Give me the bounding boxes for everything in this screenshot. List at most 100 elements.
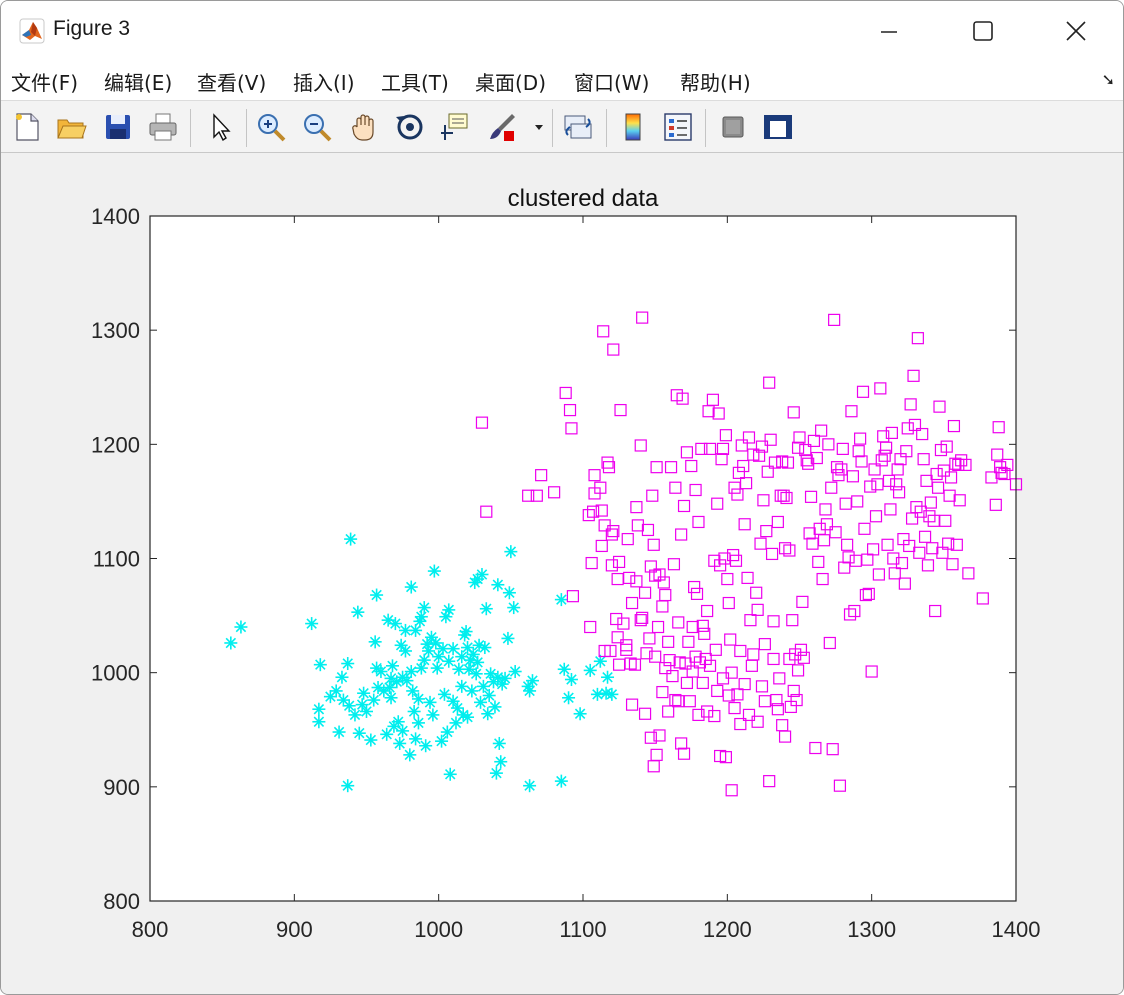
show-plot-tools-button[interactable] bbox=[760, 109, 796, 145]
scatter-point-asterisk bbox=[385, 659, 399, 673]
scatter-point-asterisk bbox=[525, 674, 539, 688]
x-tick-label: 1200 bbox=[703, 917, 752, 942]
new-figure-button[interactable] bbox=[9, 109, 45, 145]
menu-window[interactable]: 窗口(W) bbox=[574, 67, 649, 96]
insert-colorbar-button[interactable] bbox=[615, 109, 651, 145]
scatter-point-asterisk bbox=[398, 644, 412, 658]
menu-file[interactable]: 文件(F) bbox=[11, 67, 78, 96]
maximize-button[interactable] bbox=[953, 7, 1013, 55]
edit-plot-button[interactable] bbox=[201, 109, 237, 145]
toolbar-separator bbox=[190, 109, 191, 147]
toolbar-separator bbox=[705, 109, 706, 147]
maximize-icon bbox=[973, 21, 993, 41]
scatter-point-asterisk bbox=[370, 588, 384, 602]
scatter-point-asterisk bbox=[224, 636, 238, 650]
data-cursor-button[interactable] bbox=[437, 109, 473, 145]
x-tick-label: 800 bbox=[132, 917, 169, 942]
y-tick-label: 1200 bbox=[91, 432, 140, 457]
scatter-point-asterisk bbox=[557, 662, 571, 676]
scatter-point-asterisk bbox=[388, 617, 402, 631]
dock-arrow-icon[interactable]: ➘ bbox=[1102, 70, 1115, 89]
scatter-point-asterisk bbox=[435, 734, 449, 748]
close-icon bbox=[1066, 21, 1086, 41]
scatter-point-asterisk bbox=[417, 601, 431, 615]
scatter-point-asterisk bbox=[504, 545, 518, 559]
scatter-point-asterisk bbox=[313, 658, 327, 672]
scatter-point-asterisk bbox=[471, 655, 485, 669]
scatter-point-asterisk bbox=[335, 670, 349, 684]
link-plot-button[interactable] bbox=[560, 109, 596, 145]
colorbar-icon bbox=[625, 113, 641, 141]
scatter-point-asterisk bbox=[406, 684, 420, 698]
save-button[interactable] bbox=[100, 109, 136, 145]
scatter-point-asterisk bbox=[383, 681, 397, 695]
menu-tools[interactable]: 工具(T) bbox=[381, 67, 449, 96]
scatter-point-asterisk bbox=[465, 684, 479, 698]
minimize-button[interactable] bbox=[859, 7, 919, 55]
scatter-point-asterisk bbox=[342, 699, 356, 713]
scatter-point-asterisk bbox=[507, 601, 521, 615]
scatter-point-asterisk bbox=[360, 704, 373, 718]
brush-button[interactable] bbox=[484, 109, 520, 145]
zoom-in-icon bbox=[258, 114, 286, 142]
minimize-icon bbox=[881, 31, 897, 33]
scatter-point-asterisk bbox=[475, 567, 489, 581]
pan-button[interactable] bbox=[347, 109, 383, 145]
y-tick-label: 800 bbox=[103, 889, 140, 914]
open-file-icon bbox=[57, 119, 87, 139]
scatter-point-asterisk bbox=[429, 636, 443, 650]
scatter-point-asterisk bbox=[459, 625, 473, 639]
scatter-point-asterisk bbox=[332, 725, 346, 739]
zoom-in-button[interactable] bbox=[253, 109, 289, 145]
scatter-point-asterisk bbox=[396, 724, 410, 738]
scatter-point-asterisk bbox=[489, 766, 503, 780]
scatter-point-asterisk bbox=[554, 774, 568, 788]
print-button[interactable] bbox=[145, 109, 181, 145]
scatter-point-asterisk bbox=[344, 532, 358, 546]
chart-title: clustered data bbox=[508, 185, 659, 212]
menu-help[interactable]: 帮助(H) bbox=[680, 67, 751, 96]
scatter-point-asterisk bbox=[601, 670, 615, 684]
y-tick-label: 1100 bbox=[93, 547, 140, 572]
scatter-point-asterisk bbox=[562, 691, 576, 705]
brush-dropdown-button[interactable] bbox=[529, 109, 549, 145]
scatter-point-asterisk bbox=[443, 767, 457, 781]
figure-toolbar bbox=[1, 101, 1123, 153]
menu-view[interactable]: 查看(V) bbox=[197, 67, 266, 96]
scatter-plot: clustered data 800 900 1000 1100 1200 1300 140… bbox=[91, 185, 1040, 942]
scatter-point-asterisk bbox=[523, 684, 537, 698]
menu-desktop[interactable]: 桌面(D) bbox=[475, 67, 546, 96]
scatter-point-asterisk bbox=[404, 580, 418, 594]
scatter-point-asterisk bbox=[312, 702, 326, 716]
scatter-point-asterisk bbox=[437, 687, 451, 701]
scatter-point-asterisk bbox=[305, 617, 319, 631]
zoom-out-button[interactable] bbox=[299, 109, 335, 145]
scatter-point-asterisk bbox=[498, 671, 512, 685]
zoom-out-icon bbox=[304, 114, 332, 142]
close-button[interactable] bbox=[1046, 7, 1106, 55]
menu-insert[interactable]: 插入(I) bbox=[293, 67, 355, 96]
hide-plot-tools-button[interactable] bbox=[715, 109, 751, 145]
x-tick-label: 1100 bbox=[559, 917, 606, 942]
menu-edit[interactable]: 编辑(E) bbox=[104, 67, 172, 96]
scatter-point-asterisk bbox=[442, 603, 456, 617]
scatter-point-asterisk bbox=[478, 641, 492, 655]
scatter-point-asterisk bbox=[351, 605, 365, 619]
scatter-point-asterisk bbox=[494, 755, 508, 769]
legend-icon bbox=[664, 113, 692, 141]
insert-legend-button[interactable] bbox=[660, 109, 696, 145]
scatter-point-asterisk bbox=[508, 665, 522, 679]
open-file-button[interactable] bbox=[53, 109, 89, 145]
figure-canvas: clustered data 800 900 1000 1100 1200 1300 140… bbox=[1, 153, 1123, 994]
scatter-point-asterisk bbox=[491, 578, 505, 592]
toolbar-separator bbox=[606, 109, 607, 147]
scatter-point-asterisk bbox=[341, 779, 355, 793]
window-title: Figure 3 bbox=[53, 17, 131, 40]
rotate-3d-button[interactable] bbox=[392, 109, 428, 145]
scatter-point-asterisk bbox=[583, 663, 597, 677]
scatter-point-asterisk bbox=[411, 716, 425, 730]
figure-window: Figure 3 文件(F) 编辑(E) 查看(V) 插入(I) 工具(T) 桌… bbox=[0, 0, 1124, 995]
x-tick-label: 1300 bbox=[847, 917, 896, 942]
scatter-point-asterisk bbox=[409, 732, 423, 746]
brush-dropdown-icon bbox=[535, 125, 543, 130]
